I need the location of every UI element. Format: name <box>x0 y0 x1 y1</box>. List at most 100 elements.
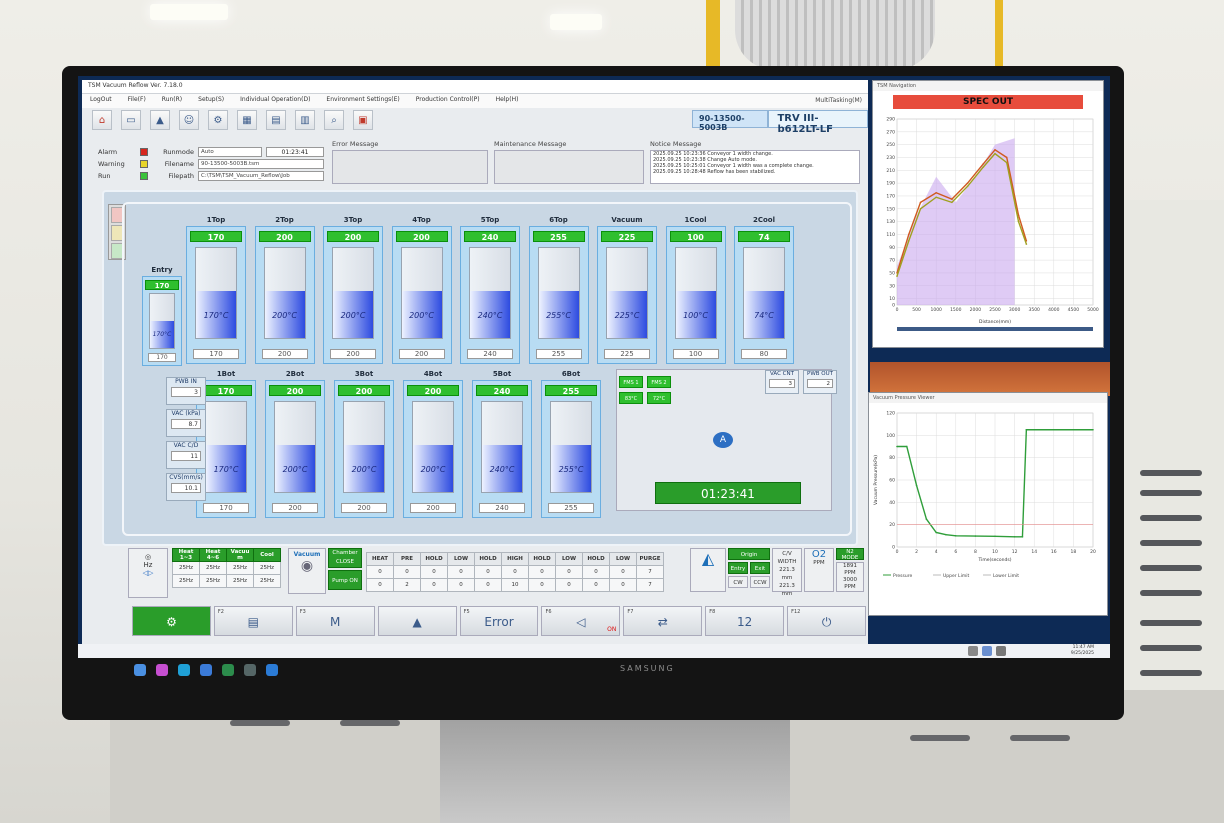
chamber-close-button[interactable]: Chamber CLOSE <box>328 548 362 568</box>
menu-logout[interactable]: LogOut <box>90 96 112 106</box>
top-zone[interactable]: 200 200°C 200 <box>323 226 383 364</box>
top-zone[interactable]: 200 200°C 200 <box>254 226 315 364</box>
bot-zone[interactable]: 255 255°C 255 <box>541 380 601 518</box>
search-icon[interactable]: ⌕ <box>324 110 344 130</box>
edge-icon[interactable] <box>178 664 190 676</box>
fan-cell[interactable]: 25Hz <box>172 561 200 575</box>
function-key-6[interactable]: F6 ◁ ON <box>541 606 621 636</box>
top-zone[interactable]: 74 74°C 80 <box>734 226 794 364</box>
function-key-9[interactable]: F12 ⏻ <box>787 606 867 636</box>
top-zone[interactable]: 225 225°C 225 <box>597 226 657 364</box>
copilot-icon[interactable] <box>156 664 168 676</box>
menu-production-control[interactable]: Production Control(P) <box>416 96 480 106</box>
origin-button[interactable]: Origin <box>728 548 770 560</box>
sequence-cell[interactable]: 0 <box>393 565 421 579</box>
fan-cell[interactable]: 25Hz <box>199 574 227 588</box>
top-zone[interactable]: 200 200°C 200 <box>391 226 452 364</box>
fan-cell[interactable]: 25Hz <box>172 574 200 588</box>
sequence-cell[interactable]: 0 <box>582 578 610 592</box>
windows-start-icon[interactable] <box>134 664 146 676</box>
vacuum-button[interactable]: Vacuum ◉ <box>288 548 326 594</box>
sequence-cell[interactable]: 0 <box>420 578 448 592</box>
sequence-cell[interactable]: 0 <box>555 578 583 592</box>
notice-message-list[interactable]: 2025.09.25 10:23:36 Conveyor 1 width cha… <box>650 150 860 184</box>
fan-cell[interactable]: 25Hz <box>253 561 281 575</box>
report-icon[interactable]: ▤ <box>266 110 286 130</box>
exit-button[interactable]: Exit <box>750 562 770 574</box>
sequence-cell[interactable]: 2 <box>393 578 421 592</box>
y-tick-label: 290 <box>886 117 895 123</box>
sequence-cell[interactable]: 0 <box>528 565 556 579</box>
sequence-cell[interactable]: 0 <box>447 565 475 579</box>
sequence-cell[interactable]: 0 <box>474 565 502 579</box>
top-zone[interactable]: 100 100°C 100 <box>665 226 726 364</box>
sequence-cell[interactable]: 7 <box>636 578 664 592</box>
sequence-cell[interactable]: 0 <box>366 578 394 592</box>
volume-icon[interactable] <box>996 646 1006 656</box>
sequence-cell[interactable]: 0 <box>366 565 394 579</box>
menu-help[interactable]: Help(H) <box>496 96 519 106</box>
sequence-cell[interactable]: 0 <box>609 578 637 592</box>
bot-zone[interactable]: 200 200°C 200 <box>265 380 325 518</box>
zone-reading: 200 <box>261 349 308 359</box>
cw-button[interactable]: CW <box>728 576 748 588</box>
fan-cell[interactable]: 25Hz <box>199 561 227 575</box>
sequence-cell[interactable]: 0 <box>501 565 529 579</box>
x-axis-label: Time(seconds) <box>978 557 1012 563</box>
bot-zone[interactable]: 240 240°C 240 <box>472 380 532 518</box>
frequency-button[interactable]: ◎ Hz ◁▷ <box>128 548 168 598</box>
user-icon[interactable]: ☺ <box>179 110 199 130</box>
menu-file[interactable]: File(F) <box>128 96 146 106</box>
fan-cell[interactable]: 25Hz <box>253 574 281 588</box>
function-key-4[interactable]: ▲ <box>377 606 457 636</box>
sequence-cell[interactable]: 0 <box>555 565 583 579</box>
menu-run[interactable]: Run(R) <box>162 96 182 106</box>
open-folder-icon[interactable]: ▭ <box>121 110 141 130</box>
chart-icon[interactable]: ▦ <box>237 110 257 130</box>
function-key-3[interactable]: F3 M <box>295 606 375 636</box>
settings-icon[interactable]: ⚙ <box>208 110 228 130</box>
sequence-cell[interactable]: 0 <box>420 565 448 579</box>
table-icon[interactable]: ▥ <box>295 110 315 130</box>
profile-icon[interactable]: ▲ <box>150 110 170 130</box>
fan-cell[interactable]: 25Hz <box>226 574 254 588</box>
window-icon[interactable] <box>266 664 278 676</box>
sequence-cell[interactable]: 0 <box>447 578 475 592</box>
menu-environment-settings[interactable]: Environment Settings(E) <box>326 96 399 106</box>
pump-on-button[interactable]: Pump ON <box>328 570 362 590</box>
sequence-cell[interactable]: 0 <box>582 565 610 579</box>
sequence-cell[interactable]: 10 <box>501 578 529 592</box>
tray-icon[interactable] <box>968 646 978 656</box>
document-icon[interactable]: ▣ <box>353 110 373 130</box>
function-key-5[interactable]: F5 Error <box>459 606 539 636</box>
function-key-1[interactable]: ⚙ <box>132 606 211 636</box>
top-zone[interactable]: 240 240°C 240 <box>460 226 520 364</box>
menu-individual-operation[interactable]: Individual Operation(D) <box>240 96 310 106</box>
top-zone[interactable]: 255 255°C 255 <box>528 226 589 364</box>
function-key-8[interactable]: F8 12 <box>705 606 785 636</box>
vacuum-pump-icon[interactable]: A <box>713 432 733 448</box>
conveyor-icon[interactable]: ◭ <box>690 548 726 592</box>
menu-setup[interactable]: Setup(S) <box>198 96 224 106</box>
function-key-7[interactable]: F7 ⇄ <box>623 606 703 636</box>
logout-icon[interactable]: ⌂ <box>92 110 112 130</box>
sequence-cell[interactable]: 0 <box>609 565 637 579</box>
sequence-cell[interactable]: 7 <box>636 565 664 579</box>
sequence-cell[interactable]: 0 <box>474 578 502 592</box>
app-icon[interactable] <box>200 664 212 676</box>
o2-box[interactable]: O2 PPM <box>804 548 834 592</box>
sequence-cell[interactable]: 0 <box>528 578 556 592</box>
n2-mode-button[interactable]: N2 MODE <box>836 548 864 561</box>
menu-multitasking[interactable]: MultiTasking(M) <box>815 97 862 104</box>
entry-zone[interactable]: 170 170°C 170 <box>142 276 182 366</box>
ccw-button[interactable]: CCW <box>750 576 770 588</box>
function-key-2[interactable]: F2 ▤ <box>213 606 293 636</box>
excel-icon[interactable] <box>222 664 234 676</box>
bot-zone[interactable]: 200 200°C 200 <box>403 380 463 518</box>
network-icon[interactable] <box>982 646 992 656</box>
bot-zone[interactable]: 200 200°C 200 <box>334 380 394 518</box>
tsm-icon[interactable] <box>244 664 256 676</box>
top-zone[interactable]: 170 170°C 170 <box>186 226 246 364</box>
fan-cell[interactable]: 25Hz <box>226 561 254 575</box>
entry-button[interactable]: Entry <box>728 562 748 574</box>
